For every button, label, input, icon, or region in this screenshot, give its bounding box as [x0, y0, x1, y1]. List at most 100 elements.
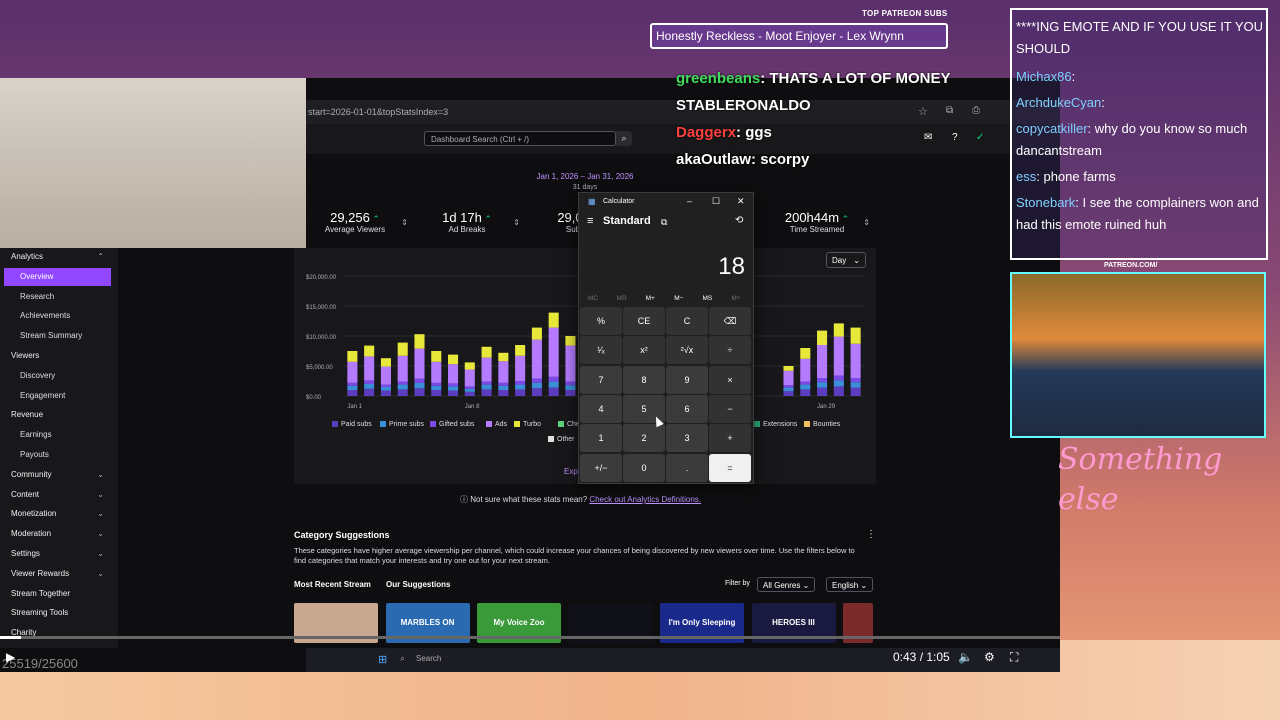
bar-gifted-subs[interactable] [833, 375, 844, 381]
calc-key-button[interactable]: ¹⁄ₓ [580, 336, 622, 365]
calc-key-button[interactable]: % [580, 307, 622, 335]
bar-prime-subs[interactable] [565, 385, 576, 390]
bar-turbo[interactable] [397, 342, 408, 356]
bar-gifted-subs[interactable] [531, 378, 542, 383]
bar-ads[interactable] [498, 361, 509, 383]
bar-ads[interactable] [364, 356, 375, 381]
memory-4-button[interactable]: MS [697, 295, 717, 302]
bar-turbo[interactable] [380, 358, 391, 367]
bar-gifted-subs[interactable] [515, 381, 526, 385]
calc-key-button[interactable]: = [709, 453, 751, 482]
stat-average-viewers[interactable]: 29,256 ⌃ Average Viewers ⇕ [300, 210, 410, 234]
bar-turbo[interactable] [414, 334, 425, 349]
sidebar-item-analytics[interactable]: Analytics ⌃ [0, 248, 112, 266]
video-progress-bar[interactable] [0, 636, 1060, 639]
close-icon[interactable]: ✕ [737, 196, 745, 207]
bar-paid-subs[interactable] [565, 390, 576, 396]
legend-item[interactable]: Prime subs [380, 421, 424, 428]
bar-prime-subs[interactable] [515, 384, 526, 390]
memory-5-button[interactable]: M˅ [726, 295, 746, 302]
tab-most-recent-stream[interactable]: Most Recent Stream [294, 580, 371, 589]
bar-paid-subs[interactable] [397, 389, 408, 396]
calc-key-button[interactable]: 4 [580, 394, 622, 423]
bar-ads[interactable] [833, 336, 844, 376]
memory-1-button[interactable]: MR [612, 295, 632, 302]
bar-prime-subs[interactable] [850, 382, 861, 388]
help-icon[interactable]: ? [952, 132, 958, 143]
bar-prime-subs[interactable] [817, 382, 828, 388]
play-icon[interactable]: ▶ [6, 650, 15, 664]
bar-ads[interactable] [380, 366, 391, 385]
sidebar-item-revenue[interactable]: Revenue [0, 406, 112, 424]
bar-paid-subs[interactable] [783, 391, 794, 396]
bar-turbo[interactable] [448, 354, 459, 365]
calc-key-button[interactable]: x² [623, 336, 665, 365]
date-range[interactable]: Jan 1, 2026 – Jan 31, 2026 [520, 172, 650, 181]
bar-paid-subs[interactable] [431, 390, 442, 396]
sidebar-item-charity[interactable]: Charity [0, 624, 112, 642]
calc-key-button[interactable]: 6 [666, 394, 708, 423]
sidebar-item-payouts[interactable]: Payouts [0, 446, 112, 464]
bar-ads[interactable] [565, 345, 576, 382]
taskbar-search-icon[interactable]: ⌕ [400, 653, 405, 664]
sidebar-item-discovery[interactable]: Discovery [0, 367, 112, 385]
keep-on-top-icon[interactable]: ⧉ [661, 217, 667, 228]
sidebar-item-research[interactable]: Research [0, 288, 112, 306]
sidebar-item-viewers[interactable]: Viewers [0, 347, 112, 365]
calc-key-button[interactable]: 2 [623, 424, 665, 453]
bar-turbo[interactable] [515, 345, 526, 356]
language-filter[interactable]: English ⌄ [826, 577, 874, 592]
maximize-icon[interactable]: ☐ [712, 196, 720, 207]
legend-item[interactable]: Gifted subs [430, 421, 474, 428]
dashboard-search-input[interactable]: Dashboard Search (Ctrl + /) [424, 131, 616, 146]
bar-paid-subs[interactable] [481, 389, 492, 396]
bar-turbo[interactable] [548, 312, 559, 328]
stream-status-icon[interactable]: ✓ [976, 132, 984, 143]
legend-item[interactable]: Ads [486, 421, 507, 428]
memory-0-button[interactable]: MC [583, 295, 603, 302]
bar-gifted-subs[interactable] [347, 382, 358, 386]
settings-gear-icon[interactable]: ⚙ [984, 650, 995, 664]
bar-gifted-subs[interactable] [464, 386, 475, 389]
bar-ads[interactable] [800, 358, 811, 382]
bar-turbo[interactable] [565, 336, 576, 346]
calc-key-button[interactable]: 7 [580, 365, 622, 394]
bar-prime-subs[interactable] [783, 387, 794, 392]
windows-start-icon[interactable]: ⊞ [378, 653, 387, 666]
calc-key-button[interactable]: +/− [580, 453, 622, 482]
calc-key-button[interactable]: ²√x [666, 336, 708, 365]
history-icon[interactable]: ⟲ [735, 215, 743, 226]
bar-ads[interactable] [397, 355, 408, 382]
bar-prime-subs[interactable] [531, 382, 542, 389]
bar-paid-subs[interactable] [800, 389, 811, 396]
bar-prime-subs[interactable] [448, 386, 459, 391]
translate-icon[interactable]: ⎙ [972, 105, 980, 116]
bar-gifted-subs[interactable] [565, 381, 576, 386]
bar-prime-subs[interactable] [833, 380, 844, 387]
calc-key-button[interactable]: + [709, 424, 751, 453]
bar-turbo[interactable] [531, 327, 542, 340]
sidebar-item-overview[interactable]: Overview [4, 267, 111, 286]
bar-gifted-subs[interactable] [448, 383, 459, 387]
volume-icon[interactable]: 🔈 [958, 650, 973, 664]
bar-prime-subs[interactable] [481, 384, 492, 390]
bar-gifted-subs[interactable] [817, 378, 828, 383]
bar-ads[interactable] [347, 361, 358, 383]
bar-ads[interactable] [448, 364, 459, 384]
sidebar-item-earnings[interactable]: Earnings [0, 426, 112, 444]
calc-key-button[interactable]: 8 [623, 365, 665, 394]
legend-item[interactable]: Other [548, 436, 575, 443]
bar-gifted-subs[interactable] [364, 380, 375, 384]
calc-key-button[interactable]: . [666, 453, 708, 482]
legend-item[interactable]: Turbo [514, 421, 541, 428]
bar-ads[interactable] [531, 339, 542, 379]
stat-time-streamed[interactable]: 200h44m ⌃ Time Streamed ⇕ [762, 210, 872, 234]
bar-paid-subs[interactable] [531, 388, 542, 396]
calc-key-button[interactable]: C [666, 307, 708, 335]
calc-key-button[interactable]: − [709, 394, 751, 423]
sidebar-item-settings[interactable]: Settings ⌄ [0, 545, 112, 563]
stat-ad-breaks[interactable]: 1d 17h ⌃ Ad Breaks ⇕ [412, 210, 522, 234]
bar-ads[interactable] [464, 369, 475, 387]
genre-filter[interactable]: All Genres ⌄ [757, 577, 816, 592]
bar-prime-subs[interactable] [464, 388, 475, 392]
